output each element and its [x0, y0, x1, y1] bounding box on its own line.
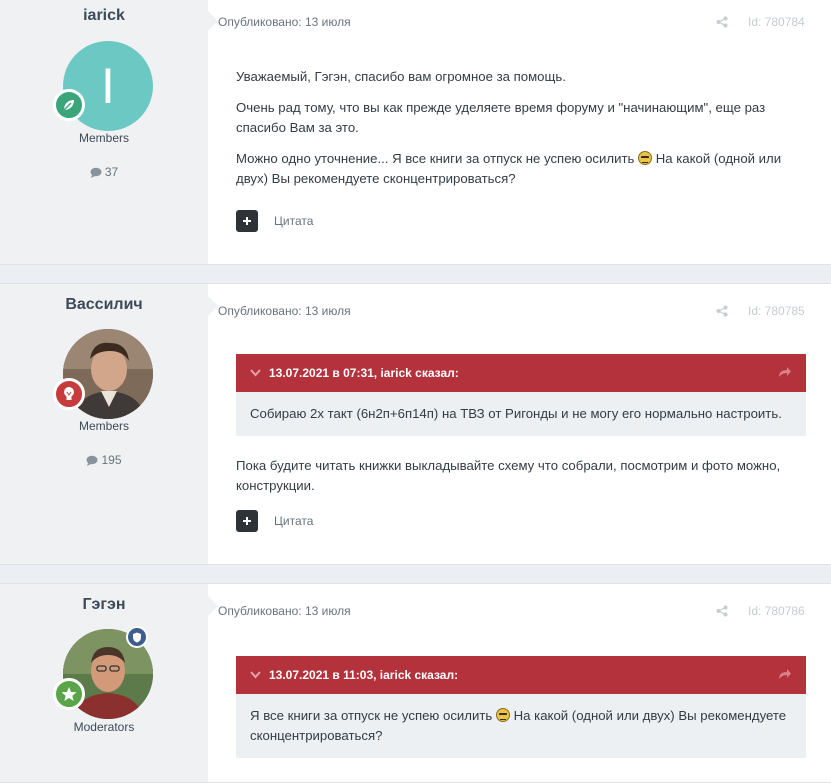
- author-name[interactable]: Вассилич: [0, 296, 208, 314]
- quote-link[interactable]: Цитата: [274, 214, 313, 228]
- paragraph: Можно одно уточнение... Я все книги за о…: [236, 149, 805, 189]
- quote-text: Я все книги за отпуск не успею осилить Н…: [236, 694, 806, 758]
- post-actions: Цитата: [236, 210, 313, 232]
- post-date[interactable]: Опубликовано: 13 июля: [218, 15, 351, 29]
- plus-icon: [243, 517, 251, 525]
- author-panel: Вассилич Members 195: [0, 284, 208, 564]
- content-count: 37: [0, 165, 208, 179]
- quote-citation: 13.07.2021 в 07:31, iarick сказал:: [269, 366, 459, 380]
- post-actions: Цитата: [236, 510, 313, 532]
- author-panel: iarick I Members 37: [0, 0, 208, 264]
- post-780784: iarick I Members 37 Опубликовано: 13 июл…: [0, 0, 831, 265]
- notch: [208, 296, 218, 316]
- post-content: Уважаемый, Гэгэн, спасибо вам огромное з…: [236, 67, 805, 200]
- quote-header[interactable]: 13.07.2021 в 11:03, iarick сказал:: [236, 656, 806, 694]
- star-icon: [61, 687, 77, 701]
- paragraph: Очень рад тому, что вы как прежде уделяе…: [236, 100, 766, 135]
- comment-icon: [90, 167, 102, 178]
- quote-citation: 13.07.2021 в 11:03, iarick сказал:: [269, 668, 459, 682]
- multiquote-button[interactable]: [236, 210, 258, 232]
- post-date[interactable]: Опубликовано: 13 июля: [218, 604, 351, 618]
- member-group: Moderators: [73, 720, 135, 734]
- post-id[interactable]: Id: 780784: [748, 15, 805, 29]
- author-panel: Гэгэн Moderators: [0, 584, 208, 782]
- member-group: Members: [78, 131, 129, 145]
- unsure-emoji-icon: [495, 708, 510, 722]
- paragraph: Пока будите читать книжки выкладывайте с…: [236, 458, 781, 493]
- count-value: 37: [104, 165, 119, 179]
- author-name[interactable]: Гэгэн: [0, 596, 208, 614]
- paragraph: Уважаемый, Гэгэн, спасибо вам огромное з…: [236, 69, 566, 84]
- rank-badge: [53, 378, 85, 410]
- lightbulb-icon: [64, 387, 74, 400]
- content-count: 195: [0, 453, 208, 467]
- rank-badge: [53, 89, 85, 121]
- comment-icon: [86, 455, 98, 466]
- count-value: 195: [101, 453, 122, 467]
- jump-to-quote-icon[interactable]: [778, 366, 792, 381]
- author-name[interactable]: iarick: [0, 7, 208, 25]
- post-content: Пока будите читать книжки выкладывайте с…: [236, 456, 805, 507]
- quote-text: Собираю 2х такт (6н2п+6п14п) на ТВЗ от Р…: [250, 406, 782, 421]
- quote-link[interactable]: Цитата: [274, 514, 313, 528]
- moderator-shield-icon: [126, 626, 148, 648]
- rank-badge: [53, 678, 85, 710]
- share-icon[interactable]: [716, 304, 728, 322]
- share-icon[interactable]: [716, 15, 728, 33]
- quote-block: 13.07.2021 в 11:03, iarick сказал: Я все…: [236, 656, 806, 758]
- post-780786: Гэгэн Moderators Опубликовано: 13 июля I…: [0, 583, 831, 783]
- share-icon[interactable]: [716, 604, 728, 622]
- notch: [208, 596, 218, 616]
- unsure-emoji-icon: [638, 151, 653, 165]
- notch: [208, 11, 218, 31]
- post-date[interactable]: Опубликовано: 13 июля: [218, 304, 351, 318]
- quote-header[interactable]: 13.07.2021 в 07:31, iarick сказал:: [236, 354, 806, 392]
- post-id[interactable]: Id: 780785: [748, 304, 805, 318]
- member-group: Members: [78, 419, 129, 433]
- paragraph-text: Можно одно уточнение... Я все книги за о…: [236, 151, 635, 166]
- post-id[interactable]: Id: 780786: [748, 604, 805, 618]
- chevron-down-icon[interactable]: [250, 369, 261, 377]
- plus-icon: [243, 217, 251, 225]
- quote-text-part: Я все книги за отпуск не успею осилить: [250, 708, 493, 723]
- multiquote-button[interactable]: [236, 510, 258, 532]
- quote-block: 13.07.2021 в 07:31, iarick сказал: Собир…: [236, 354, 806, 436]
- post-780785: Вассилич Members 195 Опубликовано: 13 ию…: [0, 283, 831, 565]
- jump-to-quote-icon[interactable]: [778, 668, 792, 683]
- leaf-icon: [63, 100, 74, 111]
- chevron-down-icon[interactable]: [250, 671, 261, 679]
